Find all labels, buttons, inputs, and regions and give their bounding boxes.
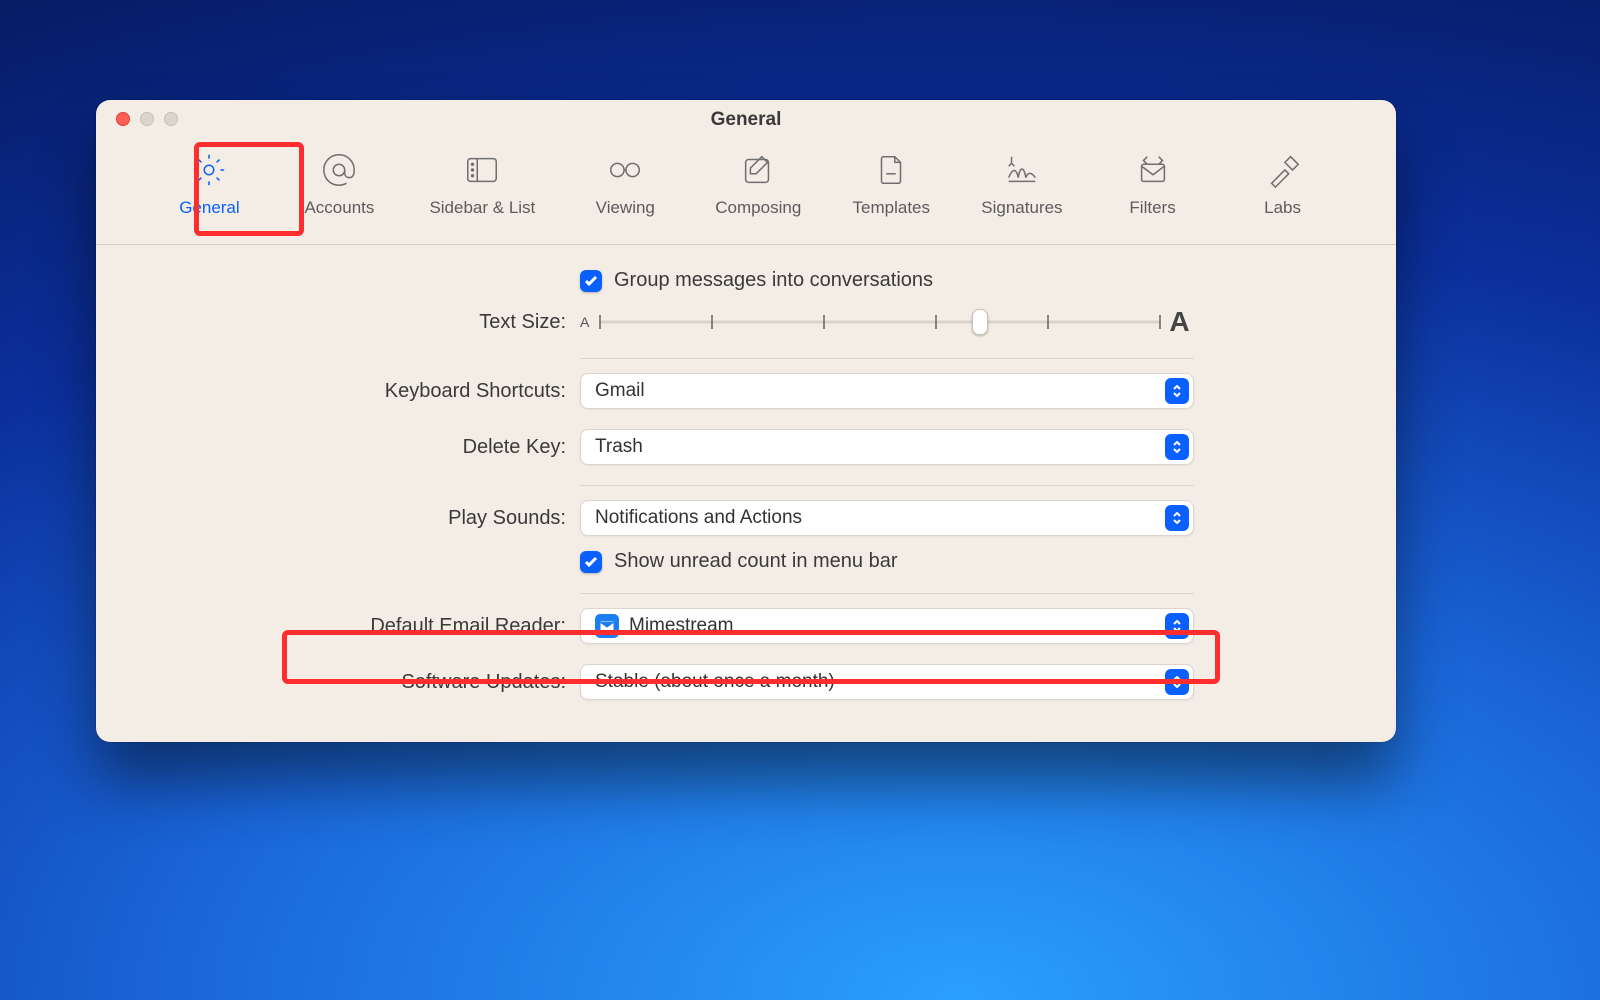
select-value: Notifications and Actions — [595, 507, 802, 529]
compose-icon — [736, 148, 780, 192]
tab-label: Templates — [853, 198, 930, 218]
select-value: Stable (about once a month) — [595, 671, 835, 693]
tab-templates[interactable]: Templates — [843, 144, 939, 224]
tab-label: Signatures — [981, 198, 1062, 218]
select-value: Trash — [595, 436, 643, 458]
filter-icon — [1131, 148, 1175, 192]
delete-key-label: Delete Key: — [136, 436, 580, 459]
tab-signatures[interactable]: Signatures — [973, 144, 1070, 224]
show-unread-menubar-checkbox[interactable]: Show unread count in menu bar — [580, 550, 1194, 573]
tab-labs[interactable]: Labs — [1235, 144, 1331, 224]
checkbox-label: Show unread count in menu bar — [614, 550, 898, 573]
text-size-slider[interactable] — [599, 311, 1159, 333]
tab-sidebar-list[interactable]: Sidebar & List — [421, 144, 543, 224]
tab-label: Sidebar & List — [429, 198, 535, 218]
titlebar: General — [96, 100, 1396, 140]
at-sign-icon — [317, 148, 361, 192]
updown-stepper-icon — [1165, 669, 1189, 695]
gear-icon — [187, 148, 231, 192]
tab-composing[interactable]: Composing — [707, 144, 809, 224]
select-value: Mimestream — [629, 615, 734, 637]
checkmark-icon — [580, 551, 602, 573]
mimestream-app-icon — [595, 614, 619, 638]
tab-viewing[interactable]: Viewing — [577, 144, 673, 224]
tab-accounts[interactable]: Accounts — [291, 144, 387, 224]
updown-stepper-icon — [1165, 613, 1189, 639]
general-settings-pane: Group messages into conversations Text S… — [96, 245, 1396, 742]
text-size-label: Text Size: — [136, 311, 580, 334]
preferences-toolbar: General Accounts Sidebar & List Viewing — [96, 140, 1396, 245]
tab-label: General — [179, 198, 239, 218]
text-size-large-indicator: A — [1169, 306, 1189, 338]
checkbox-label: Group messages into conversations — [614, 269, 933, 292]
tab-label: Labs — [1264, 198, 1301, 218]
separator — [580, 485, 1194, 486]
text-size-small-indicator: A — [580, 314, 589, 330]
tab-label: Viewing — [596, 198, 655, 218]
select-value: Gmail — [595, 380, 645, 402]
tab-label: Accounts — [304, 198, 374, 218]
signature-icon — [1000, 148, 1044, 192]
group-conversations-checkbox[interactable]: Group messages into conversations — [580, 269, 1194, 292]
preferences-window: General General Accounts Sidebar & List — [96, 100, 1396, 742]
hammer-icon — [1261, 148, 1305, 192]
separator — [580, 358, 1194, 359]
checkmark-icon — [580, 270, 602, 292]
software-updates-label: Software Updates: — [136, 671, 580, 694]
separator — [580, 593, 1194, 594]
sidebar-icon — [460, 148, 504, 192]
keyboard-shortcuts-label: Keyboard Shortcuts: — [136, 380, 580, 403]
updown-stepper-icon — [1165, 378, 1189, 404]
tab-label: Composing — [715, 198, 801, 218]
tab-label: Filters — [1129, 198, 1175, 218]
software-updates-select[interactable]: Stable (about once a month) — [580, 664, 1194, 700]
keyboard-shortcuts-select[interactable]: Gmail — [580, 373, 1194, 409]
play-sounds-label: Play Sounds: — [136, 507, 580, 530]
document-icon — [869, 148, 913, 192]
tab-general[interactable]: General — [161, 144, 257, 224]
glasses-icon — [603, 148, 647, 192]
play-sounds-select[interactable]: Notifications and Actions — [580, 500, 1194, 536]
default-email-reader-select[interactable]: Mimestream — [580, 608, 1194, 644]
updown-stepper-icon — [1165, 434, 1189, 460]
tab-filters[interactable]: Filters — [1105, 144, 1201, 224]
default-email-reader-label: Default Email Reader: — [136, 615, 580, 638]
window-title: General — [96, 109, 1396, 131]
updown-stepper-icon — [1165, 505, 1189, 531]
delete-key-select[interactable]: Trash — [580, 429, 1194, 465]
